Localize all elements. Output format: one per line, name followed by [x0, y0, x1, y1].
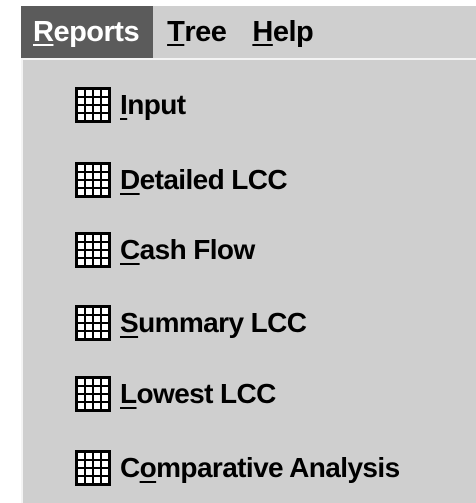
menu-item-cash-flow[interactable]: Cash Flow [75, 224, 255, 276]
grid-report-icon [75, 305, 111, 341]
menu-tree[interactable]: Tree [153, 6, 238, 58]
menu-item-label: Comparative Analysis [120, 452, 400, 483]
grid-report-icon [75, 162, 111, 198]
menu-item-summary-lcc[interactable]: Summary LCC [75, 297, 307, 349]
menu-tree-mnemonic: T [167, 15, 185, 48]
application-window: Reports Tree Help Input Detailed LCC Cas… [0, 0, 476, 503]
menu-item-label: Lowest LCC [120, 378, 276, 409]
grid-report-icon [75, 450, 111, 486]
grid-report-icon [75, 232, 111, 268]
menu-help-rest: elp [272, 15, 314, 48]
menu-item-label: Cash Flow [120, 234, 255, 265]
menu-help[interactable]: Help [238, 6, 325, 58]
menu-reports-mnemonic: R [33, 15, 54, 48]
menu-tree-rest: ree [184, 15, 227, 48]
menu-item-label: Detailed LCC [120, 164, 288, 195]
menu-item-label: Input [120, 89, 186, 120]
menu-item-label: Summary LCC [120, 307, 307, 338]
reports-dropdown-menu: Input Detailed LCC Cash Flow Summary LCC [21, 58, 476, 503]
grid-report-icon [75, 87, 111, 123]
menu-item-detailed-lcc[interactable]: Detailed LCC [75, 154, 288, 206]
menu-help-mnemonic: H [252, 15, 273, 48]
menu-reports-rest: eports [53, 15, 140, 48]
menu-reports[interactable]: Reports [21, 6, 154, 58]
grid-report-icon [75, 376, 111, 412]
menu-item-lowest-lcc[interactable]: Lowest LCC [75, 368, 276, 420]
menu-bar: Reports Tree Help [21, 6, 476, 58]
menu-item-comparative-analysis[interactable]: Comparative Analysis [75, 442, 400, 494]
menu-item-input[interactable]: Input [75, 79, 186, 131]
